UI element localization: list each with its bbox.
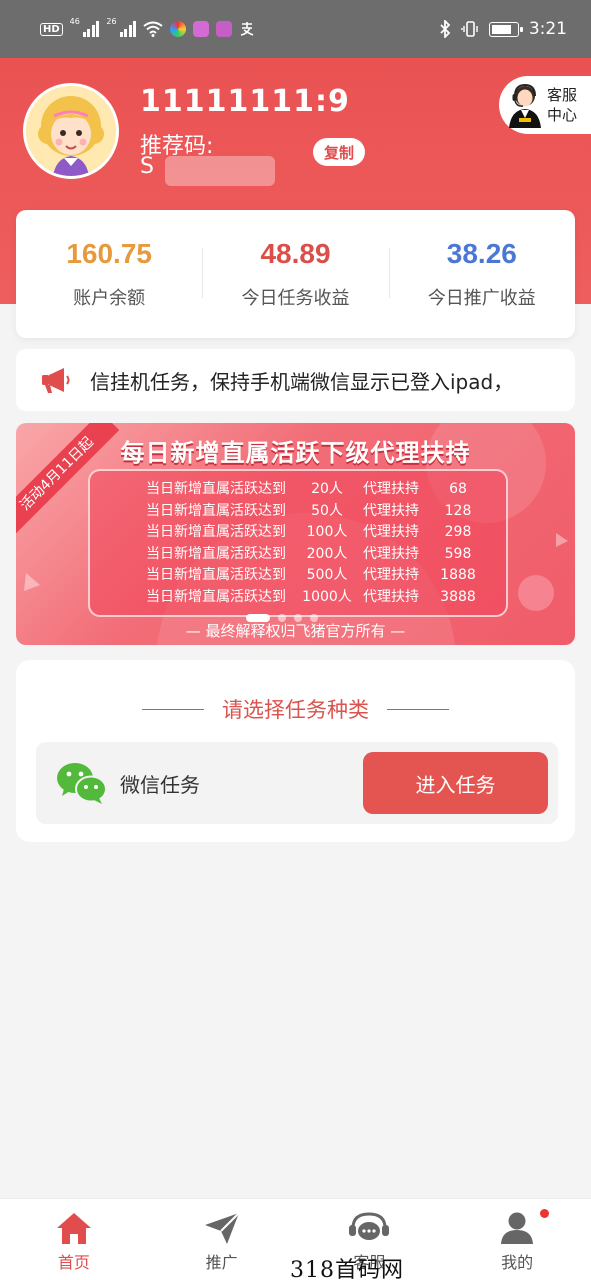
alipay-icon xyxy=(240,22,254,36)
tier-row: 当日新增直属活跃达到 50人 代理扶持 128 xyxy=(146,502,472,519)
tab-home[interactable]: 首页 xyxy=(0,1199,148,1280)
tier-row: 当日新增直属活跃达到 1000人 代理扶持 3888 xyxy=(146,588,476,605)
stat-label: 账户余额 xyxy=(73,288,146,309)
status-left: HD 46 26 xyxy=(40,17,255,37)
stat-value: 48.89 xyxy=(260,238,331,269)
task-item-label: 微信任务 xyxy=(120,772,200,797)
hd-indicator: HD xyxy=(40,22,63,36)
signal-icon xyxy=(82,21,100,37)
network-type-label: 46 xyxy=(69,17,80,26)
tier-row: 当日新增直属活跃达到 200人 代理扶持 598 xyxy=(146,545,472,562)
stat-label: 今日推广收益 xyxy=(427,288,536,309)
announcement-bar[interactable]: 信挂机任务，保持手机端微信显示已登入ipad， xyxy=(16,349,575,411)
stat-account-balance[interactable]: 160.75 账户余额 xyxy=(16,238,202,310)
divider xyxy=(142,708,204,710)
tab-label: 首页 xyxy=(57,1253,90,1272)
referral-code: S xyxy=(140,154,154,179)
stat-value: 38.26 xyxy=(446,238,517,269)
send-icon xyxy=(204,1212,240,1244)
task-item-wechat: 微信任务 进入任务 xyxy=(36,742,558,824)
tab-label: 推广 xyxy=(205,1253,238,1272)
app-notification-icon xyxy=(170,21,187,37)
avatar[interactable] xyxy=(23,83,119,179)
clock: 3:21 xyxy=(528,19,567,39)
vibrate-icon xyxy=(461,21,478,37)
banner-disclaimer: — 最终解释权归飞猪官方所有 — xyxy=(185,622,406,640)
task-heading-text: 请选择任务种类 xyxy=(222,698,369,722)
wechat-icon xyxy=(57,763,107,804)
customer-service-button[interactable]: 客服 中心 xyxy=(499,76,591,134)
agent-headset-icon xyxy=(509,83,541,128)
earnings-summary-card: 160.75 账户余额 48.89 今日任务收益 38.26 今日推广收益 xyxy=(16,210,575,338)
stat-value: 160.75 xyxy=(66,238,152,269)
banner-title: 每日新增直属活跃下级代理扶持 xyxy=(120,439,471,467)
status-bar: HD 46 26 3:21 xyxy=(0,0,591,58)
megaphone-icon xyxy=(42,368,70,393)
home-icon xyxy=(56,1213,91,1244)
wifi-icon xyxy=(143,21,163,37)
app-notification-icon-3 xyxy=(216,21,233,37)
signal-icon-2 xyxy=(119,21,137,37)
task-heading: 请选择任务种类 xyxy=(16,694,575,724)
watermark: 318首码网 www.E318.com xyxy=(290,1258,404,1280)
copy-button[interactable]: 复制 xyxy=(313,138,365,166)
reward-tier-table: 当日新增直属活跃达到 20人 代理扶持 68 当日新增直属活跃达到 50人 代理扶持 128… xyxy=(88,469,508,617)
announcement-text: 信挂机任务，保持手机端微信显示已登入ipad， xyxy=(90,369,514,394)
status-right: 3:21 xyxy=(439,19,567,39)
notification-dot xyxy=(540,1209,549,1218)
username: 11111111:9 xyxy=(140,84,350,119)
stat-today-promo-income[interactable]: 38.26 今日推广收益 xyxy=(388,238,575,310)
tier-row: 当日新增直属活跃达到 20人 代理扶持 68 xyxy=(146,481,467,497)
avatar-girl-illustration xyxy=(26,86,116,176)
referral-code-mask xyxy=(165,156,275,186)
battery-icon xyxy=(488,21,523,37)
app-notification-icon-2 xyxy=(193,21,210,37)
customer-service-label: 客服 中心 xyxy=(547,86,578,124)
divider xyxy=(387,708,449,710)
chat-icon xyxy=(349,1212,390,1240)
user-icon xyxy=(501,1212,534,1244)
tab-promotion[interactable]: 推广 xyxy=(148,1199,296,1280)
tier-row: 当日新增直属活跃达到 500人 代理扶持 1888 xyxy=(146,567,476,584)
task-selection-card: 请选择任务种类 微信任务 进入任务 xyxy=(16,660,575,842)
bluetooth-icon xyxy=(440,20,451,38)
tier-row: 当日新增直属活跃达到 100人 代理扶持 298 xyxy=(146,524,472,541)
stat-today-task-income[interactable]: 48.89 今日任务收益 xyxy=(202,238,388,310)
stat-label: 今日任务收益 xyxy=(241,288,350,309)
enter-task-button[interactable]: 进入任务 xyxy=(363,752,548,814)
network-type-label-2: 26 xyxy=(106,17,117,26)
promo-banner-carousel[interactable]: 活动4月11日起 每日新增直属活跃下级代理扶持 当日新增直属活跃达到 20人 代理扶… xyxy=(16,423,575,645)
